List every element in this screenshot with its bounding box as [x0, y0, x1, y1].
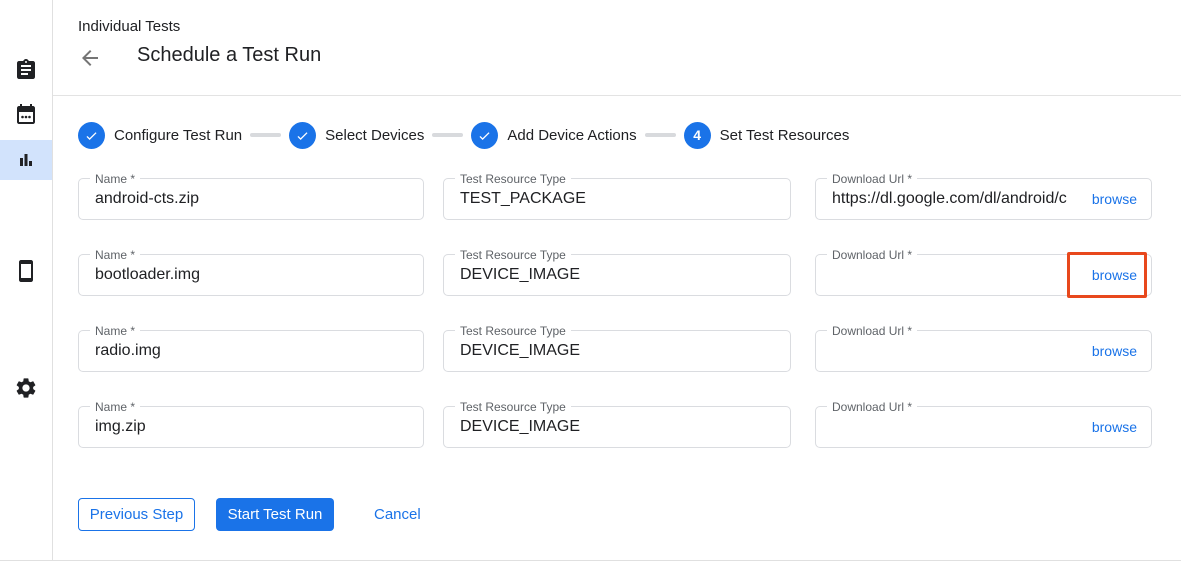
step-configure-test-run[interactable]: Configure Test Run — [78, 122, 242, 149]
sidebar-nav — [0, 0, 53, 561]
name-field-row2[interactable]: Name * bootloader.img — [78, 254, 424, 296]
field-value[interactable] — [832, 255, 1073, 295]
cancel-button[interactable]: Cancel — [372, 498, 423, 531]
browse-link[interactable]: browse — [1092, 255, 1137, 295]
field-value[interactable]: DEVICE_IMAGE — [460, 331, 780, 371]
step-label: Select Devices — [325, 127, 424, 144]
field-value[interactable]: DEVICE_IMAGE — [460, 407, 780, 447]
name-field-row4[interactable]: Name * img.zip — [78, 406, 424, 448]
name-field-row3[interactable]: Name * radio.img — [78, 330, 424, 372]
stepper: Configure Test Run Select Devices Add De… — [78, 121, 849, 149]
gear-icon — [14, 376, 38, 400]
field-value[interactable]: https://dl.google.com/dl/android/c — [832, 179, 1073, 219]
url-field-row4[interactable]: Download Url * browse — [815, 406, 1152, 448]
name-field-row1[interactable]: Name * android-cts.zip — [78, 178, 424, 220]
field-value[interactable]: radio.img — [95, 331, 413, 371]
field-value[interactable] — [832, 331, 1073, 371]
browse-link[interactable]: browse — [1092, 407, 1137, 447]
bar-chart-icon — [14, 148, 38, 172]
header-divider — [53, 95, 1181, 96]
field-value[interactable] — [832, 407, 1073, 447]
calendar-icon — [14, 102, 38, 126]
url-field-row2[interactable]: Download Url * browse — [815, 254, 1152, 296]
arrow-back-icon — [78, 46, 102, 70]
type-field-row4[interactable]: Test Resource Type DEVICE_IMAGE — [443, 406, 791, 448]
smartphone-icon — [14, 259, 38, 283]
sidebar-item-settings[interactable] — [0, 368, 52, 408]
page-title: Schedule a Test Run — [137, 44, 321, 67]
stepper-connector — [432, 133, 463, 137]
step-label: Set Test Resources — [720, 127, 850, 144]
start-test-run-button[interactable]: Start Test Run — [216, 498, 334, 531]
browse-link[interactable]: browse — [1092, 179, 1137, 219]
step-complete-check-icon — [78, 122, 105, 149]
field-value[interactable]: img.zip — [95, 407, 413, 447]
sidebar-item-smartphone[interactable] — [0, 251, 52, 291]
url-field-row1[interactable]: Download Url * https://dl.google.com/dl/… — [815, 178, 1152, 220]
sidebar-item-calendar[interactable] — [0, 94, 52, 134]
field-value[interactable]: bootloader.img — [95, 255, 413, 295]
step-select-devices[interactable]: Select Devices — [289, 122, 424, 149]
sidebar-item-clipboard[interactable] — [0, 50, 52, 90]
stepper-connector — [250, 133, 281, 137]
schedule-test-run-page: Individual Tests Schedule a Test Run Con… — [0, 0, 1181, 561]
field-value[interactable]: DEVICE_IMAGE — [460, 255, 780, 295]
back-button[interactable] — [76, 44, 104, 72]
step-complete-check-icon — [289, 122, 316, 149]
type-field-row3[interactable]: Test Resource Type DEVICE_IMAGE — [443, 330, 791, 372]
breadcrumb: Individual Tests — [78, 18, 180, 35]
field-value[interactable]: android-cts.zip — [95, 179, 413, 219]
sidebar-item-bar-chart[interactable] — [0, 140, 52, 180]
type-field-row1[interactable]: Test Resource Type TEST_PACKAGE — [443, 178, 791, 220]
step-number-badge: 4 — [684, 122, 711, 149]
step-label: Configure Test Run — [114, 127, 242, 144]
field-value[interactable]: TEST_PACKAGE — [460, 179, 780, 219]
step-set-test-resources[interactable]: 4 Set Test Resources — [684, 122, 850, 149]
clipboard-icon — [14, 58, 38, 82]
previous-step-button[interactable]: Previous Step — [78, 498, 195, 531]
browse-link[interactable]: browse — [1092, 331, 1137, 371]
stepper-connector — [645, 133, 676, 137]
step-add-device-actions[interactable]: Add Device Actions — [471, 122, 636, 149]
type-field-row2[interactable]: Test Resource Type DEVICE_IMAGE — [443, 254, 791, 296]
step-label: Add Device Actions — [507, 127, 636, 144]
url-field-row3[interactable]: Download Url * browse — [815, 330, 1152, 372]
step-complete-check-icon — [471, 122, 498, 149]
